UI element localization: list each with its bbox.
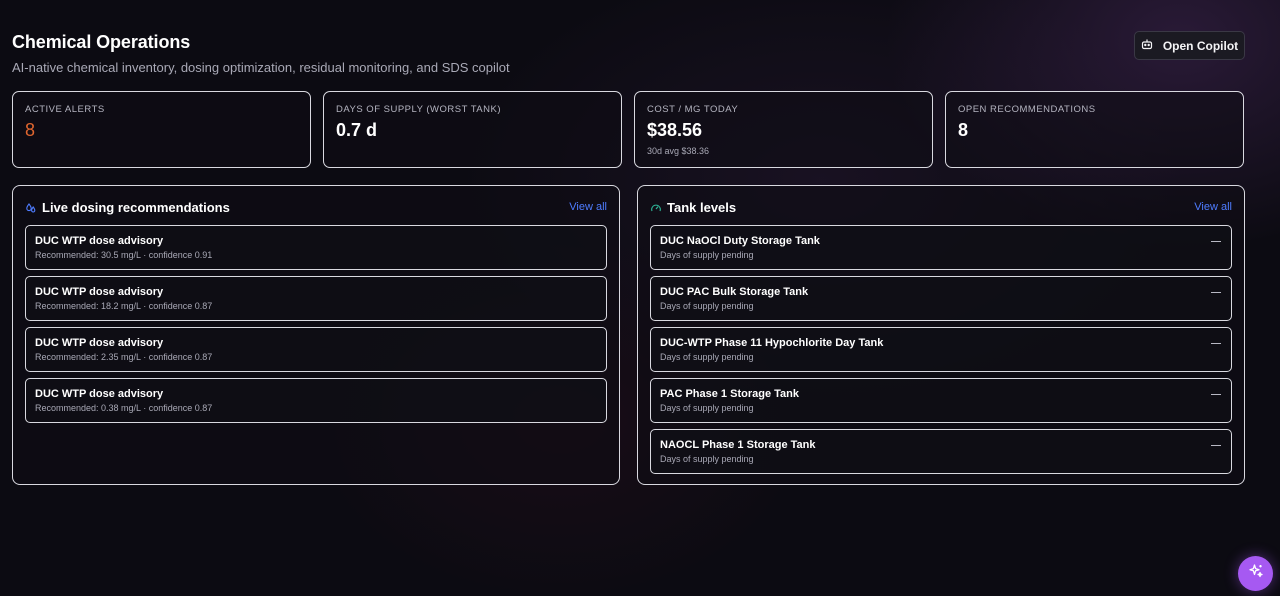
list-item[interactable]: DUC PAC Bulk Storage Tank Days of supply…: [650, 276, 1232, 321]
list-item[interactable]: NAOCL Phase 1 Storage Tank Days of suppl…: [650, 429, 1232, 474]
item-title: DUC WTP dose advisory: [35, 235, 164, 247]
stat-label: COST / MG TODAY: [647, 104, 739, 115]
item-subtitle: Recommended: 18.2 mg/L · confidence 0.87: [35, 301, 213, 311]
sparkles-icon: [1248, 563, 1264, 584]
stat-card-cost-per-mg: COST / MG TODAY $38.56 30d avg $38.36: [634, 91, 933, 168]
list-item[interactable]: DUC WTP dose advisory Recommended: 0.38 …: [25, 378, 607, 423]
stat-label: DAYS OF SUPPLY (WORST TANK): [336, 104, 501, 115]
panel-title: Tank levels: [667, 199, 737, 215]
stat-value: 0.7 d: [336, 120, 378, 140]
item-title: DUC-WTP Phase 11 Hypochlorite Day Tank: [660, 337, 884, 349]
stat-card-active-alerts: ACTIVE ALERTS 8: [12, 91, 311, 168]
stat-value: $38.56: [647, 120, 703, 140]
tank-list: DUC NaOCl Duty Storage Tank Days of supp…: [650, 225, 1232, 474]
bot-icon: [1141, 38, 1153, 53]
list-item[interactable]: DUC WTP dose advisory Recommended: 2.35 …: [25, 327, 607, 372]
tank-level-dash: [1211, 343, 1221, 344]
stat-label: OPEN RECOMMENDATIONS: [958, 104, 1096, 115]
item-title: PAC Phase 1 Storage Tank: [660, 388, 799, 400]
dosing-recommendations-panel: Live dosing recommendations View all DUC…: [12, 185, 620, 485]
item-subtitle: Recommended: 30.5 mg/L · confidence 0.91: [35, 250, 213, 260]
gauge-icon: [650, 201, 662, 213]
stat-card-days-of-supply: DAYS OF SUPPLY (WORST TANK) 0.7 d: [323, 91, 622, 168]
tank-level-dash: [1211, 292, 1221, 293]
item-title: DUC WTP dose advisory: [35, 286, 164, 298]
item-title: DUC WTP dose advisory: [35, 388, 164, 400]
list-item[interactable]: DUC WTP dose advisory Recommended: 18.2 …: [25, 276, 607, 321]
page-header: Chemical Operations AI-native chemical i…: [12, 32, 510, 75]
stat-value: 8: [25, 120, 36, 140]
item-subtitle: Recommended: 0.38 mg/L · confidence 0.87: [35, 403, 213, 413]
list-item[interactable]: DUC NaOCl Duty Storage Tank Days of supp…: [650, 225, 1232, 270]
item-subtitle: Days of supply pending: [660, 301, 754, 311]
stat-label: ACTIVE ALERTS: [25, 104, 105, 115]
copilot-fab-button[interactable]: [1238, 556, 1273, 591]
page-subtitle: AI-native chemical inventory, dosing opt…: [12, 60, 510, 75]
item-title: DUC NaOCl Duty Storage Tank: [660, 235, 820, 247]
page-title: Chemical Operations: [12, 32, 191, 52]
tank-level-dash: [1211, 241, 1221, 242]
panel-header: Live dosing recommendations View all: [25, 199, 607, 215]
tank-level-dash: [1211, 445, 1221, 446]
open-copilot-label: Open Copilot: [1162, 38, 1239, 53]
item-subtitle: Days of supply pending: [660, 454, 754, 464]
tanks-view-all-link[interactable]: View all: [1194, 201, 1232, 213]
item-title: DUC WTP dose advisory: [35, 337, 164, 349]
stat-subtext: 30d avg $38.36: [647, 146, 710, 156]
panel-header: Tank levels View all: [650, 199, 1232, 215]
item-title: DUC PAC Bulk Storage Tank: [660, 286, 809, 298]
item-subtitle: Days of supply pending: [660, 352, 754, 362]
stat-value: 8: [958, 120, 969, 140]
stat-card-open-recommendations: OPEN RECOMMENDATIONS 8: [945, 91, 1244, 168]
item-subtitle: Recommended: 2.35 mg/L · confidence 0.87: [35, 352, 213, 362]
dosing-list: DUC WTP dose advisory Recommended: 30.5 …: [25, 225, 607, 423]
item-title: NAOCL Phase 1 Storage Tank: [660, 439, 816, 451]
panel-title: Live dosing recommendations: [42, 199, 230, 215]
item-subtitle: Days of supply pending: [660, 403, 754, 413]
droplets-icon: [25, 201, 37, 213]
dosing-view-all-link[interactable]: View all: [569, 201, 607, 213]
list-item[interactable]: DUC-WTP Phase 11 Hypochlorite Day Tank D…: [650, 327, 1232, 372]
list-item[interactable]: PAC Phase 1 Storage Tank Days of supply …: [650, 378, 1232, 423]
item-subtitle: Days of supply pending: [660, 250, 754, 260]
list-item[interactable]: DUC WTP dose advisory Recommended: 30.5 …: [25, 225, 607, 270]
open-copilot-button[interactable]: Open Copilot: [1134, 31, 1245, 60]
tank-level-dash: [1211, 394, 1221, 395]
tank-levels-panel: Tank levels View all DUC NaOCl Duty Stor…: [637, 185, 1245, 485]
